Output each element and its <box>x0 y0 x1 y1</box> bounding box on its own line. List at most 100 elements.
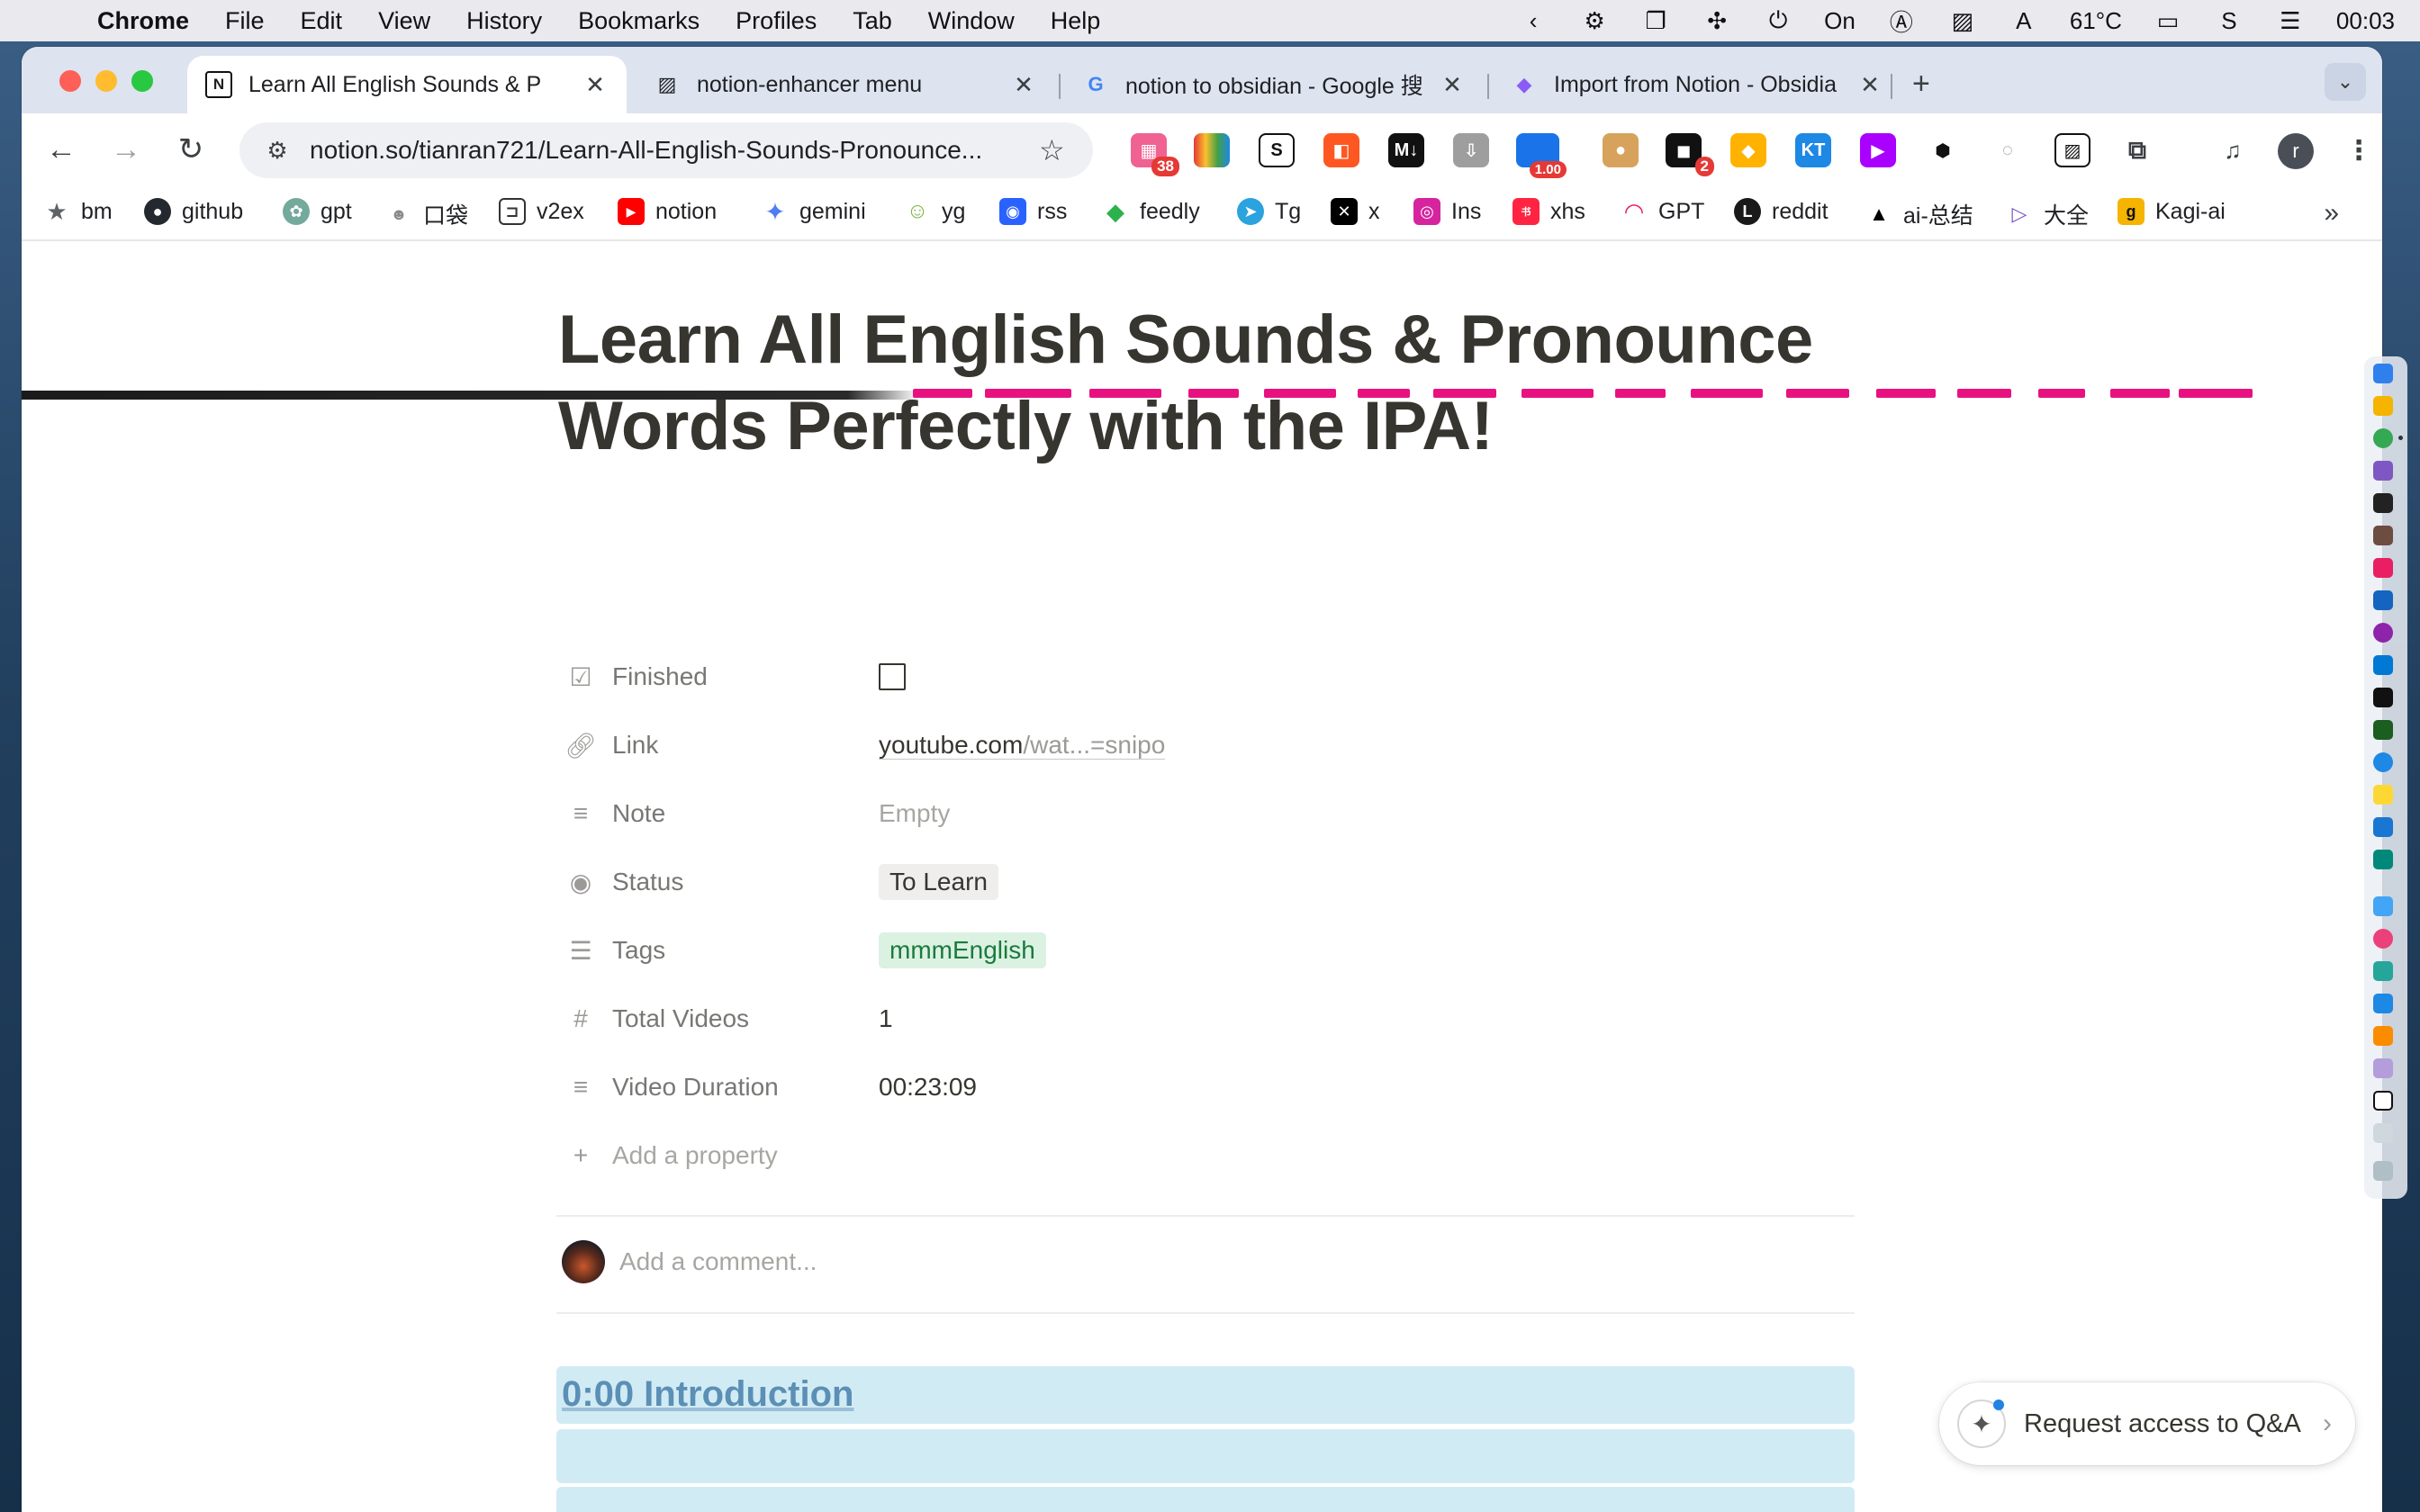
extension-colors-icon[interactable] <box>1194 133 1230 167</box>
property-video-duration[interactable]: ≡ Video Duration 00:23:09 <box>565 1060 977 1114</box>
battery-mode-label[interactable]: On <box>1824 7 1856 35</box>
notion-icon[interactable] <box>2373 1091 2393 1111</box>
bookmark-ins[interactable]: ◎ Ins <box>1413 198 1481 225</box>
minimize-window-button[interactable] <box>95 70 117 92</box>
app-icon[interactable] <box>2373 623 2393 643</box>
menu-window[interactable]: Window <box>928 7 1015 35</box>
comment-input[interactable]: Add a comment... <box>619 1247 817 1276</box>
extension-play-icon[interactable]: ▶ <box>1860 133 1896 167</box>
bookmark-yg[interactable]: ☺ yg <box>904 198 966 225</box>
bookmark-ai-summary[interactable]: ▲ ai-总结 <box>1865 198 1973 230</box>
heading-block[interactable]: 0:00 Introduction <box>556 1366 1855 1424</box>
media-control-icon[interactable]: ♫ <box>2215 133 2251 167</box>
bookmark-feedly[interactable]: ◆ feedly <box>1102 198 1200 225</box>
tab-notion-enhancer[interactable]: ▨ notion-enhancer menu ✕ <box>636 56 1055 113</box>
url-text[interactable]: notion.so/tianran721/Learn-All-English-S… <box>310 136 1039 165</box>
bookmark-daquan[interactable]: ▷ 大全 <box>2006 198 2089 230</box>
power-icon[interactable]: ⏻ <box>1763 6 1793 33</box>
extension-speed-icon[interactable]: 1.00 <box>1516 133 1567 178</box>
extension-cube-icon[interactable]: ⬢ <box>1925 133 1961 167</box>
zoom-window-button[interactable] <box>131 70 153 92</box>
obsidian-icon[interactable] <box>2373 461 2393 481</box>
tab-google-search[interactable]: G notion to obsidian - Google 搜 ✕ <box>1064 56 1484 113</box>
site-info-icon[interactable]: ⚙ <box>259 137 295 165</box>
highlighted-block[interactable] <box>556 1487 1855 1512</box>
highlighted-block[interactable] <box>556 1429 1855 1483</box>
property-finished[interactable]: ☑ Finished <box>565 650 906 704</box>
menu-tab[interactable]: Tab <box>853 7 892 35</box>
property-status[interactable]: ◉ Status To Learn <box>565 855 998 909</box>
reload-icon[interactable]: ↻ <box>171 130 211 169</box>
bookmark-kagi[interactable]: g Kagi-ai <box>2118 198 2226 225</box>
menu-view[interactable]: View <box>378 7 430 35</box>
books-icon[interactable] <box>2373 1026 2393 1046</box>
menu-help[interactable]: Help <box>1051 7 1101 35</box>
control-center-icon[interactable]: ☰ <box>2275 7 2306 34</box>
extension-ghost-icon[interactable]: ◌ <box>1990 133 2026 167</box>
status-pill[interactable]: To Learn <box>879 864 998 900</box>
window-stack-icon[interactable]: ❐ <box>1640 7 1671 34</box>
more-menu-icon[interactable]: ⋮ <box>2341 133 2377 167</box>
new-tab-button[interactable]: + <box>1912 67 1930 102</box>
bookmark-gpt-2[interactable]: ◠ GPT <box>1621 198 1704 225</box>
image-edit-icon[interactable]: ▨ <box>1947 7 1978 34</box>
app-icon[interactable] <box>2373 688 2393 707</box>
close-tab-icon[interactable]: ✕ <box>1010 71 1037 99</box>
total-videos-value[interactable]: 1 <box>879 1004 893 1033</box>
clock[interactable]: 00:03 <box>2336 7 2395 35</box>
battery-icon[interactable]: ▭ <box>2153 7 2183 34</box>
app-icon[interactable] <box>2373 1123 2393 1143</box>
bookmark-notion[interactable]: ▶ notion <box>618 198 717 225</box>
bookmark-github[interactable]: ● github <box>144 198 243 225</box>
menu-bookmarks[interactable]: Bookmarks <box>578 7 700 35</box>
forward-arrow-icon[interactable]: → <box>106 130 146 169</box>
request-qa-button[interactable]: ✦ Request access to Q&A › <box>1939 1382 2355 1465</box>
trash-icon[interactable] <box>2373 1161 2393 1181</box>
extension-dark-icon[interactable]: ◼ 2 <box>1666 133 1714 176</box>
safari-icon[interactable] <box>2373 752 2393 772</box>
vscode-icon[interactable] <box>2373 655 2393 675</box>
add-property-button[interactable]: + Add a property <box>565 1129 879 1183</box>
gear-icon[interactable]: ⚙ <box>1579 7 1610 34</box>
extension-download-icon[interactable]: ⇩ <box>1453 133 1489 167</box>
bookmark-pocket[interactable]: ☻ 口袋 <box>385 198 469 230</box>
app-icon[interactable] <box>2373 720 2393 740</box>
temperature-readout[interactable]: 61°C <box>2070 7 2122 35</box>
tab-search-chevron-icon[interactable]: ⌄ <box>2325 63 2366 101</box>
menu-file[interactable]: File <box>225 7 265 35</box>
menu-history[interactable]: History <box>466 7 542 35</box>
app-icon[interactable] <box>2373 929 2393 949</box>
extension-markdown-icon[interactable]: M↓ <box>1388 133 1424 167</box>
back-arrow-icon[interactable]: ← <box>41 130 81 169</box>
terminal-icon[interactable] <box>2373 493 2393 513</box>
section-heading-link[interactable]: 0:00 Introduction <box>556 1366 1855 1422</box>
close-tab-icon[interactable]: ✕ <box>1856 71 1883 99</box>
bookmark-xhs[interactable]: 书 xhs <box>1512 198 1585 225</box>
app-icon[interactable] <box>2373 1058 2393 1078</box>
property-tags[interactable]: ☰ Tags mmmEnglish <box>565 923 1046 977</box>
comment-box[interactable]: Add a comment... <box>562 1240 817 1283</box>
page-title[interactable]: Learn All English Sounds & Pronounce Wor… <box>558 297 1855 470</box>
property-link[interactable]: 🔗︎ Link youtube.com/wat...=snipo <box>564 718 1166 772</box>
cookie-icon[interactable]: ● <box>1603 133 1639 167</box>
note-value[interactable]: Empty <box>879 799 950 828</box>
property-total-videos[interactable]: # Total Videos 1 <box>565 992 893 1046</box>
app-icon[interactable] <box>2373 994 2393 1013</box>
property-note[interactable]: ≡ Note Empty <box>565 787 951 841</box>
bookmark-tg[interactable]: ➤ Tg <box>1237 198 1301 225</box>
menu-app-chrome[interactable]: Chrome <box>97 7 189 35</box>
bookmarks-overflow-icon[interactable]: » <box>2324 198 2339 229</box>
extensions-puzzle-icon[interactable]: ⧉ <box>2119 133 2155 167</box>
profile-avatar[interactable]: r <box>2278 133 2314 169</box>
finished-checkbox[interactable] <box>879 663 906 690</box>
app-icon[interactable] <box>2373 850 2393 869</box>
bookmark-star-icon[interactable]: ☆ <box>1039 133 1075 167</box>
bookmark-gpt[interactable]: ✿ gpt <box>283 198 352 225</box>
app-icon[interactable] <box>2373 590 2393 610</box>
notes-icon[interactable] <box>2373 785 2393 805</box>
s-app-icon[interactable]: S <box>2214 7 2244 34</box>
dictionary-icon[interactable]: Ⓐ <box>1886 8 1917 36</box>
bookmark-v2ex[interactable]: ⊐ v2ex <box>499 198 584 225</box>
extension-tab-counter-icon[interactable]: ▦ 38 <box>1131 133 1179 176</box>
tag-pill[interactable]: mmmEnglish <box>879 932 1046 968</box>
